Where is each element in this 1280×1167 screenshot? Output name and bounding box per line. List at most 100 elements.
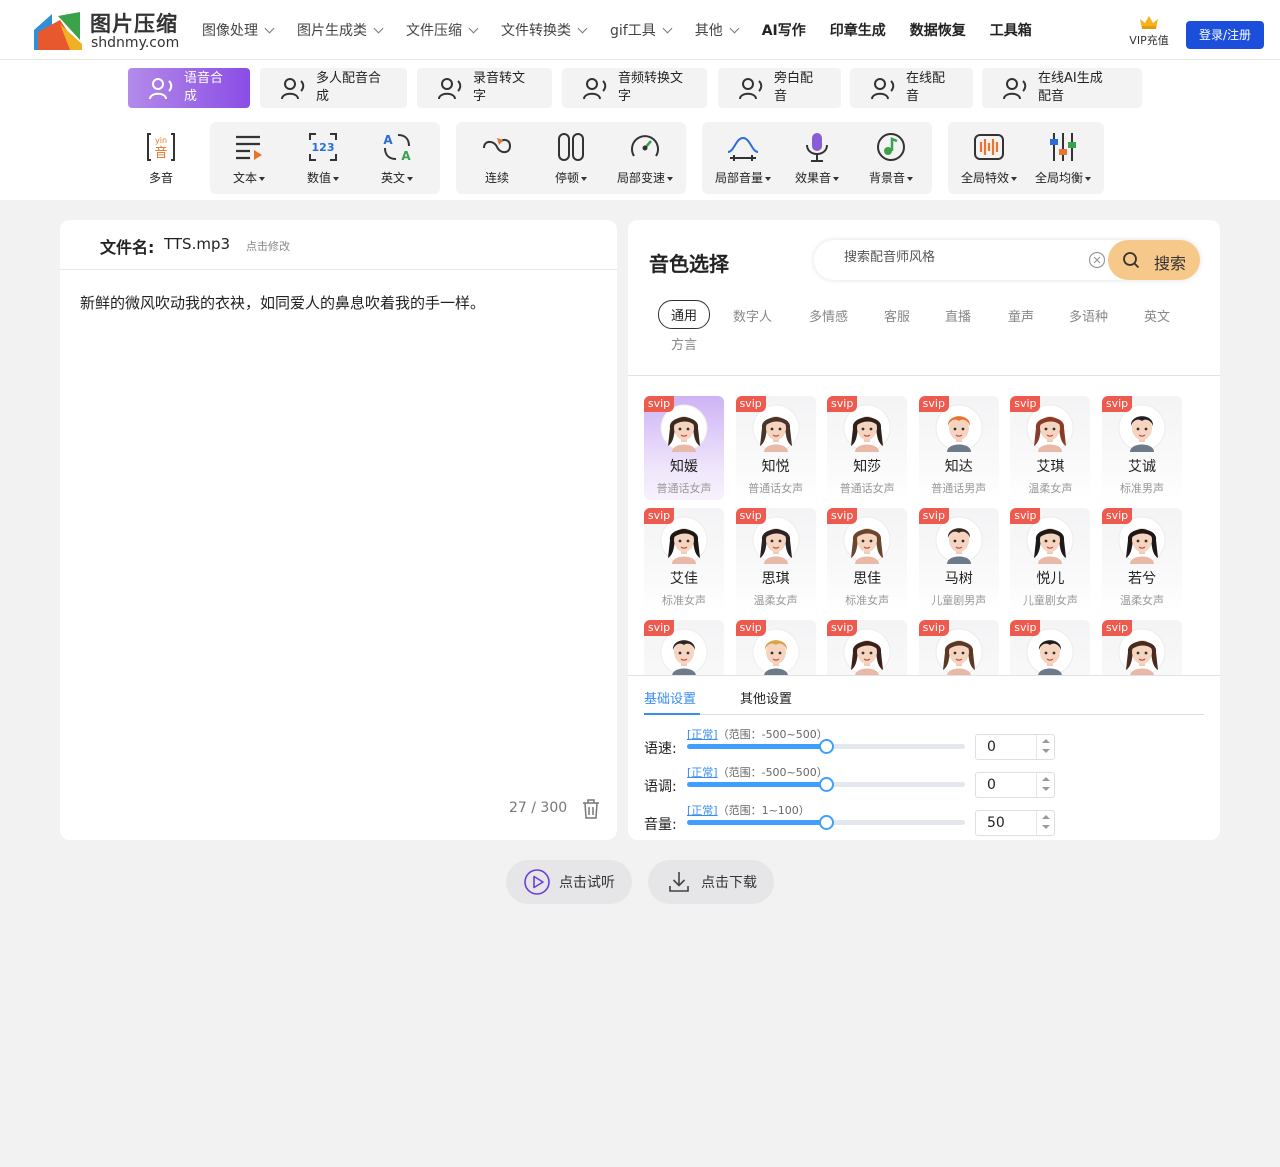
preview-button[interactable]: 点击试听 xyxy=(506,860,632,904)
text-input-area[interactable]: 新鲜的微风吹动我的衣袂，如同爱人的鼻息吹着我的手一样。 xyxy=(80,292,485,313)
voice-category-tab[interactable]: 方言 xyxy=(671,334,697,353)
function-tab[interactable]: 音频转换文字 xyxy=(562,68,707,108)
svg-text:A: A xyxy=(401,149,411,163)
trash-icon[interactable] xyxy=(581,798,601,820)
tool-label: 停顿 xyxy=(554,171,579,185)
setting-slider[interactable] xyxy=(687,739,965,754)
number-stepper[interactable] xyxy=(1036,773,1054,797)
voice-category-tab[interactable]: 多情感 xyxy=(809,306,848,325)
site-logo[interactable]: 图片压缩 shdnmy.com xyxy=(30,8,190,54)
voice-card[interactable]: svip 知莎 普通话女声 xyxy=(827,396,908,500)
stepper-up-icon[interactable] xyxy=(1042,739,1050,743)
function-tab-label-line1: 多人配音合 xyxy=(316,71,382,86)
function-tab[interactable]: 旁白配音 xyxy=(718,68,841,108)
setting-slider[interactable] xyxy=(687,815,965,830)
tool-equalizer[interactable]: 全局均衡 xyxy=(1026,122,1100,194)
voice-card[interactable]: svip 艾琪 温柔女声 xyxy=(1010,396,1091,500)
voice-category-tab[interactable]: 英文 xyxy=(1144,306,1170,325)
english-icon: AA xyxy=(383,133,411,163)
nav-menu-item[interactable]: 印章生成 xyxy=(830,20,886,40)
setting-number-input[interactable]: 50 xyxy=(975,810,1055,836)
voice-card[interactable]: svip xyxy=(1010,620,1091,676)
nav-menu-item[interactable]: 文件转换类 xyxy=(501,20,588,40)
voice-card[interactable]: svip 悦儿 儿童剧女声 xyxy=(1010,508,1091,612)
stepper-down-icon[interactable] xyxy=(1042,787,1050,791)
voice-card[interactable]: svip 知悦 普通话女声 xyxy=(735,396,816,500)
voice-card[interactable]: svip 思琪 温柔女声 xyxy=(735,508,816,612)
voice-category-tab[interactable]: 童声 xyxy=(1008,306,1034,325)
voice-category-tab[interactable]: 直播 xyxy=(945,306,971,325)
nav-menu-item[interactable]: 文件压缩 xyxy=(406,20,479,40)
tool-english[interactable]: A A 英文 xyxy=(360,122,434,194)
function-tab[interactable]: 语音合成 xyxy=(128,68,250,108)
setting-normal-tag[interactable]: [正常] xyxy=(687,804,718,817)
tool-volume-wave[interactable]: 局部音量 xyxy=(706,122,780,194)
voice-card[interactable]: svip xyxy=(735,620,816,676)
login-register-button[interactable]: 登录/注册 xyxy=(1186,21,1264,49)
clear-circle-icon[interactable] xyxy=(1088,251,1106,269)
number-stepper[interactable] xyxy=(1036,735,1054,759)
setting-number-input[interactable]: 0 xyxy=(975,772,1055,798)
nav-menu-item[interactable]: AI写作 xyxy=(762,20,806,40)
voice-card[interactable]: svip xyxy=(644,620,724,676)
stepper-down-icon[interactable] xyxy=(1042,825,1050,829)
tool-polyphone[interactable]: yin 音多音 xyxy=(124,122,198,194)
voice-category-tab[interactable]: 多语种 xyxy=(1069,306,1108,325)
setting-normal-tag[interactable]: [正常] xyxy=(687,766,718,779)
nav-menu-item[interactable]: 图像处理 xyxy=(202,20,275,40)
slider-handle[interactable] xyxy=(819,777,834,792)
setting-slider[interactable] xyxy=(687,777,965,792)
stepper-up-icon[interactable] xyxy=(1042,815,1050,819)
tool-label: 背景音 xyxy=(868,171,905,185)
tool-number[interactable]: 123 数值 xyxy=(286,122,360,194)
nav-menu-item[interactable]: 工具箱 xyxy=(990,20,1032,40)
voice-card[interactable]: svip 艾诚 标准男声 xyxy=(1102,396,1182,500)
nav-menu-item[interactable]: 其他 xyxy=(695,20,740,40)
tool-global-effect[interactable]: 全局特效 xyxy=(952,122,1026,194)
voice-search-button[interactable]: 搜索 xyxy=(1108,240,1200,280)
filename-value[interactable]: TTS.mp3 xyxy=(164,235,230,253)
tool-text[interactable]: 文本 xyxy=(212,122,286,194)
voice-card[interactable]: svip 思佳 标准女声 xyxy=(827,508,908,612)
tab-basic-settings[interactable]: 基础设置 xyxy=(644,688,696,707)
tool-continuous[interactable]: 连续 xyxy=(460,122,534,194)
function-tab[interactable]: 录音转文字 xyxy=(417,68,552,108)
stepper-down-icon[interactable] xyxy=(1042,749,1050,753)
function-tab[interactable]: 在线AI生成 配音 xyxy=(982,68,1142,108)
tool-speed-gauge[interactable]: 局部变速 xyxy=(608,122,682,194)
function-tab[interactable]: 多人配音合成 xyxy=(260,68,407,108)
tab-other-settings[interactable]: 其他设置 xyxy=(740,688,792,707)
nav-menu-item[interactable]: 图片生成类 xyxy=(297,20,384,40)
voice-card[interactable]: svip xyxy=(918,620,999,676)
vip-recharge-button[interactable]: VIP充值 xyxy=(1126,14,1172,48)
voice-card[interactable]: svip xyxy=(827,620,908,676)
voice-category-tab[interactable]: 客服 xyxy=(884,306,910,325)
voice-card[interactable]: svip 艾佳 标准女声 xyxy=(644,508,724,612)
tool-label-wrap: 数值 xyxy=(286,169,360,186)
voice-card[interactable]: svip xyxy=(1102,620,1182,676)
voice-search-input[interactable] xyxy=(844,250,1084,265)
nav-menu-item[interactable]: 数据恢复 xyxy=(910,20,966,40)
voice-category-tab[interactable]: 通用 xyxy=(658,300,711,329)
tool-microphone[interactable]: 效果音 xyxy=(780,122,854,194)
slider-handle[interactable] xyxy=(819,815,834,830)
tool-pause[interactable]: 停顿 xyxy=(534,122,608,194)
setting-number-input[interactable]: 0 xyxy=(975,734,1055,760)
number-stepper[interactable] xyxy=(1036,811,1054,835)
voice-card[interactable]: svip 若兮 温柔女声 xyxy=(1102,508,1182,612)
filename-edit-hint[interactable]: 点击修改 xyxy=(246,238,290,254)
voice-card[interactable]: svip 知达 普通话男声 xyxy=(918,396,999,500)
tool-label-wrap: 停顿 xyxy=(534,169,608,186)
caret-down-icon xyxy=(1011,176,1017,181)
voice-type: 温柔女声 xyxy=(1028,482,1073,495)
function-tab[interactable]: 在线配音 xyxy=(850,68,973,108)
slider-handle[interactable] xyxy=(819,739,834,754)
nav-menu-item[interactable]: gif工具 xyxy=(610,20,673,40)
voice-category-tab[interactable]: 数字人 xyxy=(733,306,772,325)
tool-music-note[interactable]: 背景音 xyxy=(854,122,928,194)
setting-normal-tag[interactable]: [正常] xyxy=(687,728,718,741)
stepper-up-icon[interactable] xyxy=(1042,777,1050,781)
voice-card[interactable]: svip 马树 儿童剧男声 xyxy=(918,508,999,612)
voice-card[interactable]: svip 知媛 普通话女声 xyxy=(644,396,724,500)
download-button[interactable]: 点击下载 xyxy=(648,860,774,904)
